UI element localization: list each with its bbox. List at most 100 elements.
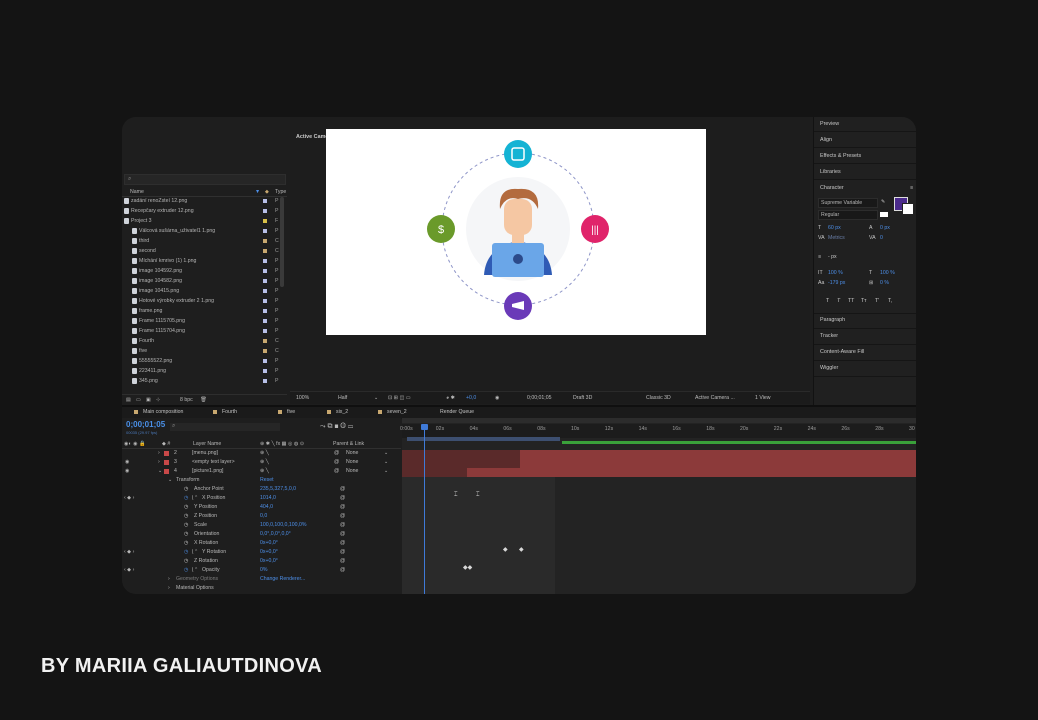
project-item[interactable]: image 104592.png P (122, 267, 282, 276)
property-row[interactable]: ◷ Anchor Point 235,5,327,5,0,0 @ (122, 485, 401, 494)
bpc-label[interactable]: 8 bpc (180, 397, 193, 403)
property-value[interactable]: 1014,0 (260, 495, 276, 501)
project-item[interactable]: second C (122, 247, 282, 256)
keyframe-nav-icon[interactable]: ‹ ◆ › (124, 549, 134, 555)
label-color-swatch[interactable] (263, 279, 267, 283)
label-color-swatch[interactable] (164, 460, 169, 465)
small-caps-button[interactable]: Tт (861, 298, 867, 304)
property-value[interactable]: 0,0 (260, 513, 267, 519)
property-row[interactable]: ◷ X Rotation 0x+0,0° @ (122, 539, 401, 548)
camera-select[interactable]: Active Camera ... (695, 395, 735, 401)
font-style-select[interactable]: Regular (818, 210, 878, 220)
switch-icons[interactable]: ⊕ ╲ (260, 468, 269, 474)
project-item[interactable]: Recepčary extruder 12.png P (122, 207, 282, 216)
expression-icon[interactable]: @ (340, 549, 345, 555)
leading-value[interactable]: 0 px (880, 225, 890, 231)
label-color-swatch[interactable] (263, 359, 267, 363)
superscript-button[interactable]: T' (875, 298, 879, 304)
expression-icon[interactable]: @ (340, 486, 345, 492)
label-color-swatch[interactable] (263, 199, 267, 203)
tab-five[interactable]: five (278, 409, 295, 415)
project-item[interactable]: Válcová sušárna_uživatel1 1.png P (122, 227, 282, 236)
label-color-swatch[interactable] (263, 269, 267, 273)
layer-bar-menu[interactable] (402, 450, 916, 459)
project-item[interactable]: Project 3 F (122, 217, 282, 226)
panel-preview[interactable]: Preview (820, 121, 839, 127)
white-swatch[interactable] (880, 212, 888, 217)
label-color-swatch[interactable] (263, 349, 267, 353)
stopwatch-icon[interactable]: ◷ (184, 558, 189, 564)
font-size-value[interactable]: 60 px (828, 225, 841, 231)
renderer-select[interactable]: Classic 3D (646, 395, 671, 401)
view-layout-select[interactable]: 1 View (755, 395, 770, 401)
all-caps-button[interactable]: TT (848, 298, 854, 304)
stopwatch-icon[interactable]: ◷ (184, 504, 189, 510)
property-row[interactable]: ◷ Z Rotation 0x+0,0° @ (122, 557, 401, 566)
label-color-swatch[interactable] (263, 379, 267, 383)
vertical-scale-value[interactable]: 100 % (828, 270, 843, 276)
expression-icon[interactable]: @ (340, 513, 345, 519)
label-color-swatch[interactable] (263, 309, 267, 313)
stopwatch-icon[interactable]: ◷ (184, 513, 189, 519)
column-parent-link[interactable]: Parent & Link (333, 441, 364, 447)
layer-bar-picture[interactable] (402, 468, 916, 477)
project-item[interactable]: five C (122, 347, 282, 356)
tab-render-queue[interactable]: Render Queue (440, 409, 474, 415)
panel-character[interactable]: Character (820, 185, 844, 191)
stopwatch-icon[interactable]: ◷ (184, 540, 189, 546)
stopwatch-icon[interactable]: ◷ (184, 486, 189, 492)
expand-icon[interactable]: ⌄ (158, 468, 162, 474)
graph-icon[interactable]: ⌊⌃ (192, 567, 198, 573)
keyframe-y-rotation-2[interactable]: ◆ (519, 546, 524, 553)
chevron-down-icon[interactable]: ⌄ (374, 395, 378, 401)
tracking-value[interactable]: 0 (880, 235, 883, 241)
expression-icon[interactable]: @ (340, 558, 345, 564)
label-color-swatch[interactable] (263, 249, 267, 253)
tab-seven-2[interactable]: seven_2 (378, 409, 407, 415)
panel-paragraph[interactable]: Paragraph (820, 317, 845, 323)
composition-canvas[interactable]: $ ||| (326, 129, 706, 335)
keyframe-x-position-1[interactable]: ⌶ (454, 492, 458, 499)
geometry-options-row[interactable]: › Geometry Options Change Renderer... (122, 575, 401, 584)
tab-fourth[interactable]: Fourth (213, 409, 237, 415)
timeline-navigator[interactable] (402, 418, 916, 423)
expand-icon[interactable]: › (158, 459, 160, 465)
label-color-swatch[interactable] (263, 319, 267, 323)
expand-icon[interactable]: › (168, 576, 170, 582)
column-name[interactable]: Name (130, 189, 144, 195)
panel-align[interactable]: Align (820, 137, 832, 143)
project-item[interactable]: Frame 1115704.png P (122, 327, 282, 336)
project-item[interactable]: image 10415.png P (122, 287, 282, 296)
tab-six-2[interactable]: six_2 (327, 409, 348, 415)
label-color-swatch[interactable] (164, 451, 169, 456)
property-row[interactable]: ‹ ◆ › ◷ ⌊⌃ Opacity 0% @ (122, 566, 401, 575)
expression-icon[interactable]: @ (340, 567, 345, 573)
stopwatch-icon[interactable]: ◷ (184, 567, 189, 573)
eye-icon[interactable]: ◉ (125, 459, 130, 465)
label-color-swatch[interactable] (263, 209, 267, 213)
transform-group[interactable]: ⌄ Transform Reset (122, 476, 401, 485)
current-timecode[interactable]: 0;00;01;05 (126, 420, 165, 429)
sort-arrow-icon[interactable]: ▼ (255, 189, 260, 195)
timeline-search-input[interactable]: ⌕ (170, 423, 280, 431)
label-color-swatch[interactable] (263, 259, 267, 263)
layer-name[interactable]: [menu.png] (192, 450, 218, 456)
reset-link[interactable]: Reset (260, 477, 274, 483)
chevron-down-icon[interactable]: ⌄ (384, 468, 388, 474)
expression-icon[interactable]: @ (340, 495, 345, 501)
label-color-swatch[interactable] (263, 229, 267, 233)
stopwatch-icon[interactable]: ◷ (184, 531, 189, 537)
property-value[interactable]: 0,0°,0,0°,0,0° (260, 531, 291, 537)
property-value[interactable]: 404,0 (260, 504, 273, 510)
stroke-width-value[interactable]: - px (828, 254, 837, 260)
trash-icon[interactable]: 🗑 (200, 397, 207, 403)
eye-icon[interactable]: ◉ (125, 468, 130, 474)
viewer-timecode[interactable]: 0;00;01;05 (527, 395, 552, 401)
expression-icon[interactable]: @ (340, 540, 345, 546)
parent-select[interactable]: None (346, 459, 358, 465)
new-folder-icon[interactable]: ▭ (136, 397, 141, 403)
switch-icons[interactable]: ⊕ ╲ (260, 450, 269, 456)
stopwatch-icon[interactable]: ◷ (184, 522, 189, 528)
faux-bold-button[interactable]: T (826, 298, 829, 304)
timeline-tools-icon[interactable]: ⤳ ⧉ ◼ ◍ ▭ (320, 423, 353, 431)
